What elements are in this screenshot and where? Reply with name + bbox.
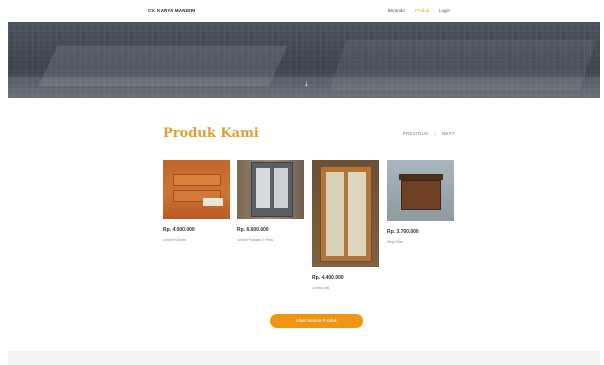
product-pager: PREVIOUS | NEXT <box>403 131 455 136</box>
section-title: Produk Kami <box>163 126 259 141</box>
nav-link-beranda[interactable]: Beranda <box>388 8 405 13</box>
product-card[interactable]: Rp. 4.000.000 Lemari Kitchen <box>163 160 230 242</box>
product-image[interactable] <box>387 160 454 221</box>
product-image[interactable] <box>163 160 230 219</box>
product-card[interactable]: Rp. 6.600.000 Lemari Pakaian 2 Pintu <box>237 160 304 242</box>
product-price: Rp. 6.600.000 <box>237 227 269 233</box>
product-image-part <box>256 168 270 208</box>
view-all-products-button[interactable]: Lihat Semua Produk <box>270 314 363 328</box>
product-image[interactable] <box>312 160 379 267</box>
nav-links: Beranda Produk Login <box>388 8 450 13</box>
product-price: Rp. 3.700.000 <box>387 229 419 235</box>
product-price: Rp. 4.000.000 <box>163 227 195 233</box>
product-card[interactable]: Rp. 3.700.000 Meja Rias <box>387 160 454 244</box>
product-image-part <box>326 172 344 256</box>
nav-link-produk[interactable]: Produk <box>415 8 429 13</box>
product-image-part <box>274 168 288 208</box>
navbar: CV. KARYA MANDIRI Beranda Produk Login <box>8 0 600 22</box>
product-name: Lemari Kitchen <box>163 238 187 242</box>
product-image-part <box>401 180 441 210</box>
product-name: Lemari Jati <box>312 286 330 290</box>
product-image-part <box>203 198 223 206</box>
product-image-part <box>348 172 366 256</box>
product-name: Lemari Pakaian 2 Pintu <box>237 238 274 242</box>
product-image[interactable] <box>237 160 304 219</box>
nav-link-login[interactable]: Login <box>439 8 450 13</box>
footer <box>8 351 600 365</box>
product-price: Rp. 4.400.000 <box>312 275 344 281</box>
arrow-down-icon[interactable]: ↓ <box>304 79 309 88</box>
pager-previous[interactable]: PREVIOUS <box>403 131 429 136</box>
pager-separator: | <box>434 131 436 136</box>
pager-next[interactable]: NEXT <box>442 131 455 136</box>
product-image-part <box>173 174 221 186</box>
brand-logo[interactable]: CV. KARYA MANDIRI <box>148 8 196 13</box>
hero-banner: ↓ <box>8 22 600 98</box>
page: CV. KARYA MANDIRI Beranda Produk Login ↓… <box>8 0 600 365</box>
product-card[interactable]: Rp. 4.400.000 Lemari Jati <box>312 160 379 290</box>
product-name: Meja Rias <box>387 240 403 244</box>
